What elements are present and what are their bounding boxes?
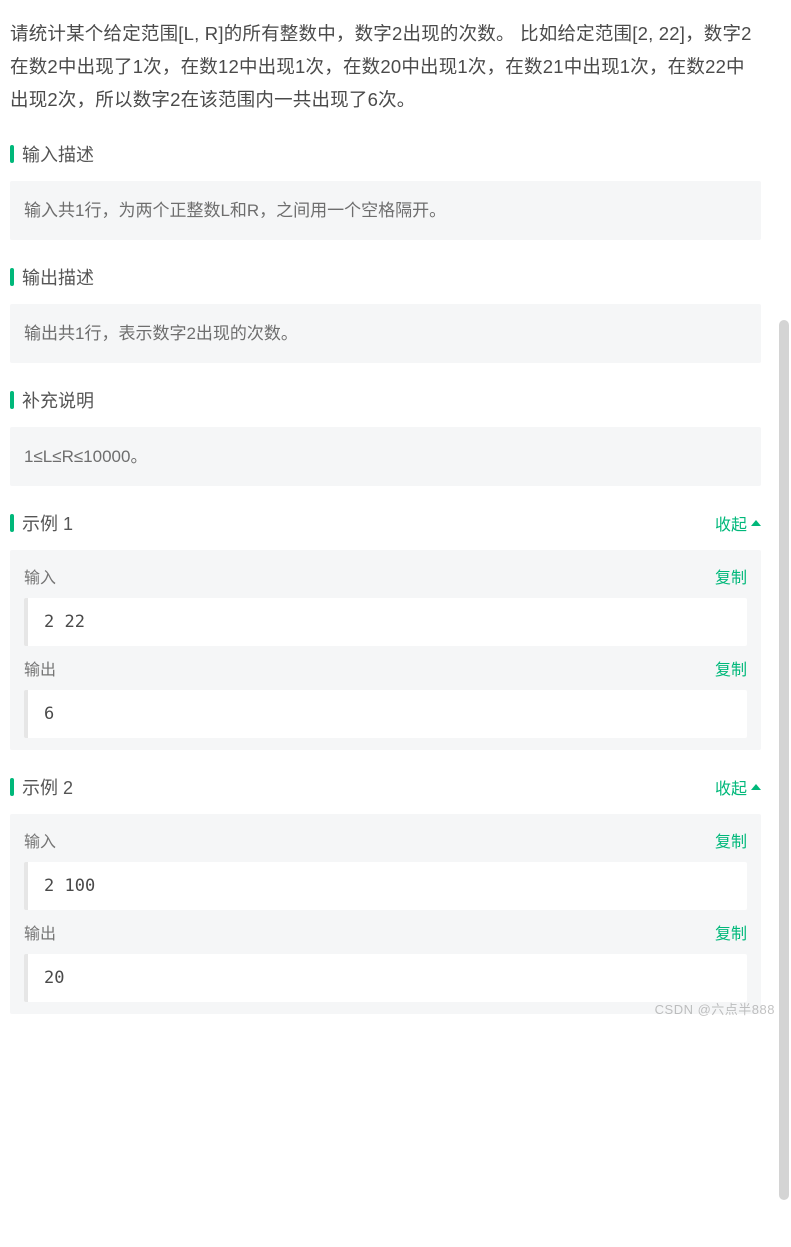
tick-icon xyxy=(10,778,14,796)
section-title-example-1: 示例 1 xyxy=(10,510,73,536)
problem-page: 请统计某个给定范围[L, R]的所有整数中，数字2出现的次数。 比如给定范围[2… xyxy=(0,0,771,1024)
section-title-label: 输出描述 xyxy=(22,264,94,290)
collapse-toggle[interactable]: 收起 xyxy=(715,511,761,535)
copy-button[interactable]: 复制 xyxy=(715,564,747,588)
example-1: 示例 1 收起 输入 复制 2 22 输出 复制 6 xyxy=(10,510,761,750)
scrollbar[interactable] xyxy=(779,320,789,1200)
input-desc-content: 输入共1行，为两个正整数L和R，之间用一个空格隔开。 xyxy=(10,181,761,240)
section-supplement: 补充说明 1≤L≤R≤10000。 xyxy=(10,387,761,486)
io-label-input: 输入 xyxy=(24,828,56,852)
section-title-label: 补充说明 xyxy=(22,387,94,413)
section-title-example-2: 示例 2 xyxy=(10,774,73,800)
section-title-label: 输入描述 xyxy=(22,141,94,167)
copy-button[interactable]: 复制 xyxy=(715,828,747,852)
io-label-input: 输入 xyxy=(24,564,56,588)
example-body: 输入 复制 2 22 输出 复制 6 xyxy=(10,550,761,750)
tick-icon xyxy=(10,145,14,163)
copy-button[interactable]: 复制 xyxy=(715,656,747,680)
section-title-supplement: 补充说明 xyxy=(10,387,94,413)
example-input-content: 2 100 xyxy=(24,862,747,910)
example-2: 示例 2 收起 输入 复制 2 100 输出 复制 20 xyxy=(10,774,761,1014)
section-title-output-desc: 输出描述 xyxy=(10,264,94,290)
io-label-output: 输出 xyxy=(24,656,56,680)
problem-description: 请统计某个给定范围[L, R]的所有整数中，数字2出现的次数。 比如给定范围[2… xyxy=(10,18,761,117)
collapse-label: 收起 xyxy=(715,775,747,799)
section-title-label: 示例 1 xyxy=(22,510,73,536)
copy-button[interactable]: 复制 xyxy=(715,920,747,944)
io-label-output: 输出 xyxy=(24,920,56,944)
example-output-block: 输出 复制 20 xyxy=(24,920,747,1002)
section-title-label: 示例 2 xyxy=(22,774,73,800)
section-input-desc: 输入描述 输入共1行，为两个正整数L和R，之间用一个空格隔开。 xyxy=(10,141,761,240)
collapse-toggle[interactable]: 收起 xyxy=(715,775,761,799)
chevron-up-icon xyxy=(751,784,761,790)
example-input-block: 输入 复制 2 22 xyxy=(24,564,747,646)
output-desc-content: 输出共1行，表示数字2出现的次数。 xyxy=(10,304,761,363)
example-output-content: 20 xyxy=(24,954,747,1002)
supplement-content: 1≤L≤R≤10000。 xyxy=(10,427,761,486)
example-output-block: 输出 复制 6 xyxy=(24,656,747,738)
tick-icon xyxy=(10,268,14,286)
section-output-desc: 输出描述 输出共1行，表示数字2出现的次数。 xyxy=(10,264,761,363)
example-input-content: 2 22 xyxy=(24,598,747,646)
example-input-block: 输入 复制 2 100 xyxy=(24,828,747,910)
example-body: 输入 复制 2 100 输出 复制 20 xyxy=(10,814,761,1014)
collapse-label: 收起 xyxy=(715,511,747,535)
tick-icon xyxy=(10,514,14,532)
example-output-content: 6 xyxy=(24,690,747,738)
chevron-up-icon xyxy=(751,520,761,526)
section-title-input-desc: 输入描述 xyxy=(10,141,94,167)
tick-icon xyxy=(10,391,14,409)
